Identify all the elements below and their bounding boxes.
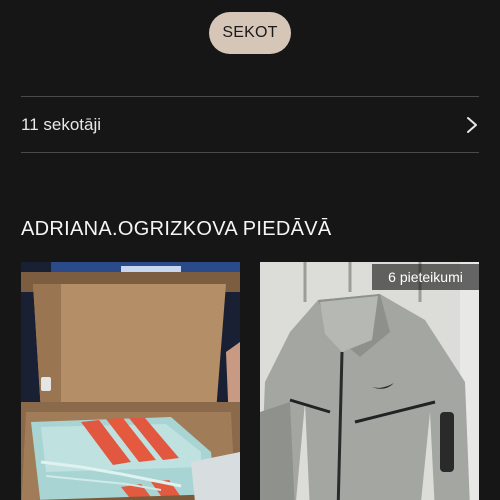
listing-card-hoodie[interactable]	[260, 262, 479, 500]
sneakers-image	[21, 262, 240, 500]
followers-row[interactable]: 11 sekotāji	[21, 97, 479, 152]
follow-button[interactable]: SEKOT	[209, 12, 291, 54]
followers-count: 11 sekotāji	[21, 114, 102, 134]
listings-title: ADRIANA.OGRIZKOVA PIEDĀVĀ	[21, 218, 332, 240]
divider	[21, 152, 479, 153]
chevron-right-icon	[465, 116, 479, 134]
profile-page: SEKOT 11 sekotāji ADRIANA.OGRIZKOVA PIED…	[0, 0, 500, 500]
hoodie-image	[260, 262, 479, 500]
applications-badge: 6 pieteikumi	[372, 264, 479, 290]
listing-card-sneakers[interactable]	[21, 262, 240, 500]
